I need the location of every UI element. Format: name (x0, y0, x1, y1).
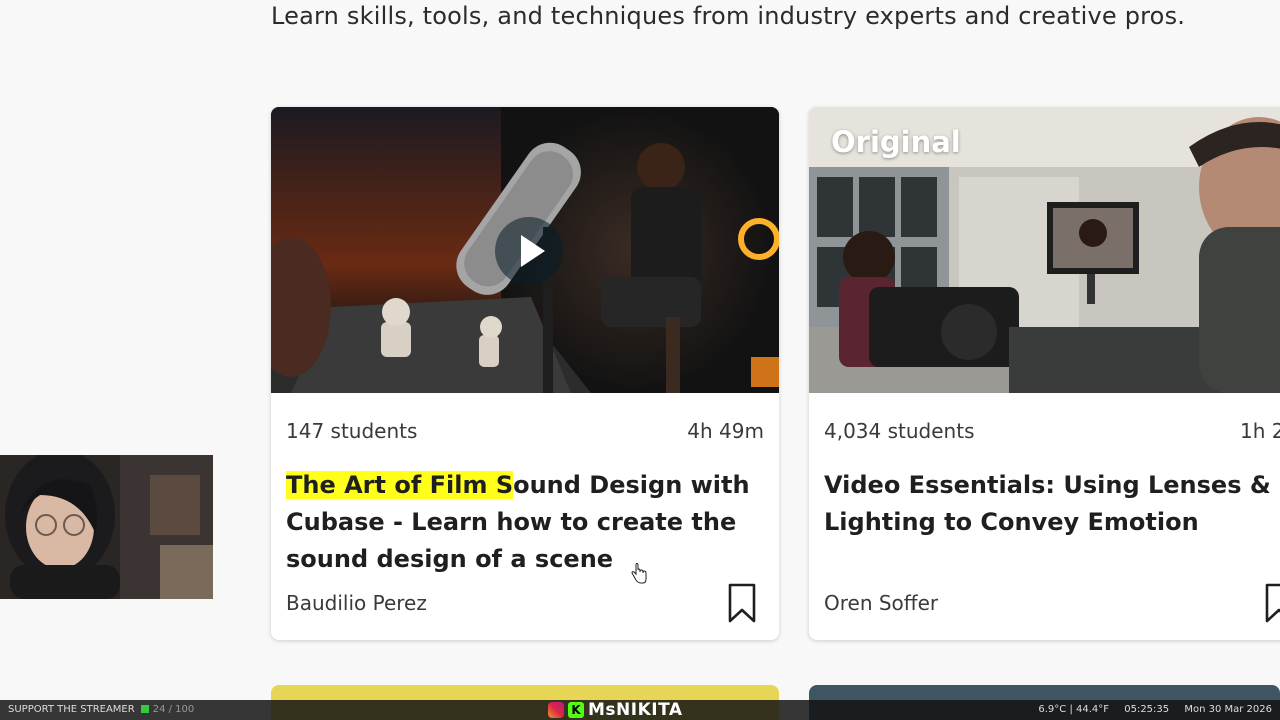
temperature: 6.9°C | 44.4°F (1038, 704, 1110, 715)
support-count: 24 / 100 (152, 704, 195, 715)
streamer-webcam (0, 455, 213, 599)
support-label: SUPPORT THE STREAMER (8, 704, 135, 715)
course-title[interactable]: Video Essentials: Using Lenses & Lightin… (824, 467, 1280, 541)
clock-date: Mon 30 Mar 2026 (1184, 704, 1272, 715)
course-duration: 4h 49m (687, 419, 764, 443)
course-author[interactable]: Oren Soffer (824, 591, 938, 615)
course-card-video-essentials[interactable]: Original 4,034 students 1h 2 Video Essen… (809, 107, 1280, 640)
play-icon (521, 235, 545, 267)
hand-cursor-icon (631, 563, 647, 584)
support-tracker: SUPPORT THE STREAMER 24 / 100 (8, 704, 194, 715)
highlighted-title-text: The Art of Film S (286, 471, 514, 499)
bookmark-icon[interactable] (727, 583, 757, 623)
course-author[interactable]: Baudilio Perez (286, 591, 427, 615)
streamer-name: MsNIKITA (588, 700, 683, 720)
course-duration: 1h 2 (1240, 419, 1280, 443)
bookmark-icon[interactable] (1264, 583, 1280, 623)
instagram-icon (548, 702, 564, 718)
progress-indicator (140, 705, 149, 713)
course-title[interactable]: The Art of Film Sound Design with Cubase… (286, 467, 756, 578)
course-card-film-sound-design[interactable]: 147 students 4h 49m The Art of Film Soun… (271, 107, 779, 640)
original-badge: Original (831, 125, 961, 159)
stream-overlay-bar: SUPPORT THE STREAMER 24 / 100 K MsNIKITA … (0, 700, 1280, 720)
stream-info: 6.9°C | 44.4°F 05:25:35 Mon 30 Mar 2026 (1026, 704, 1272, 715)
kick-icon: K (568, 702, 584, 718)
streamer-handle: K MsNIKITA (548, 700, 683, 720)
play-button[interactable] (495, 217, 563, 285)
student-count: 4,034 students (824, 419, 975, 443)
course-thumbnail[interactable]: Original (809, 107, 1280, 393)
student-count: 147 students (286, 419, 418, 443)
clock-time: 05:25:35 (1124, 704, 1170, 715)
page-subtitle: Learn skills, tools, and techniques from… (271, 2, 1186, 30)
course-thumbnail[interactable] (271, 107, 779, 393)
